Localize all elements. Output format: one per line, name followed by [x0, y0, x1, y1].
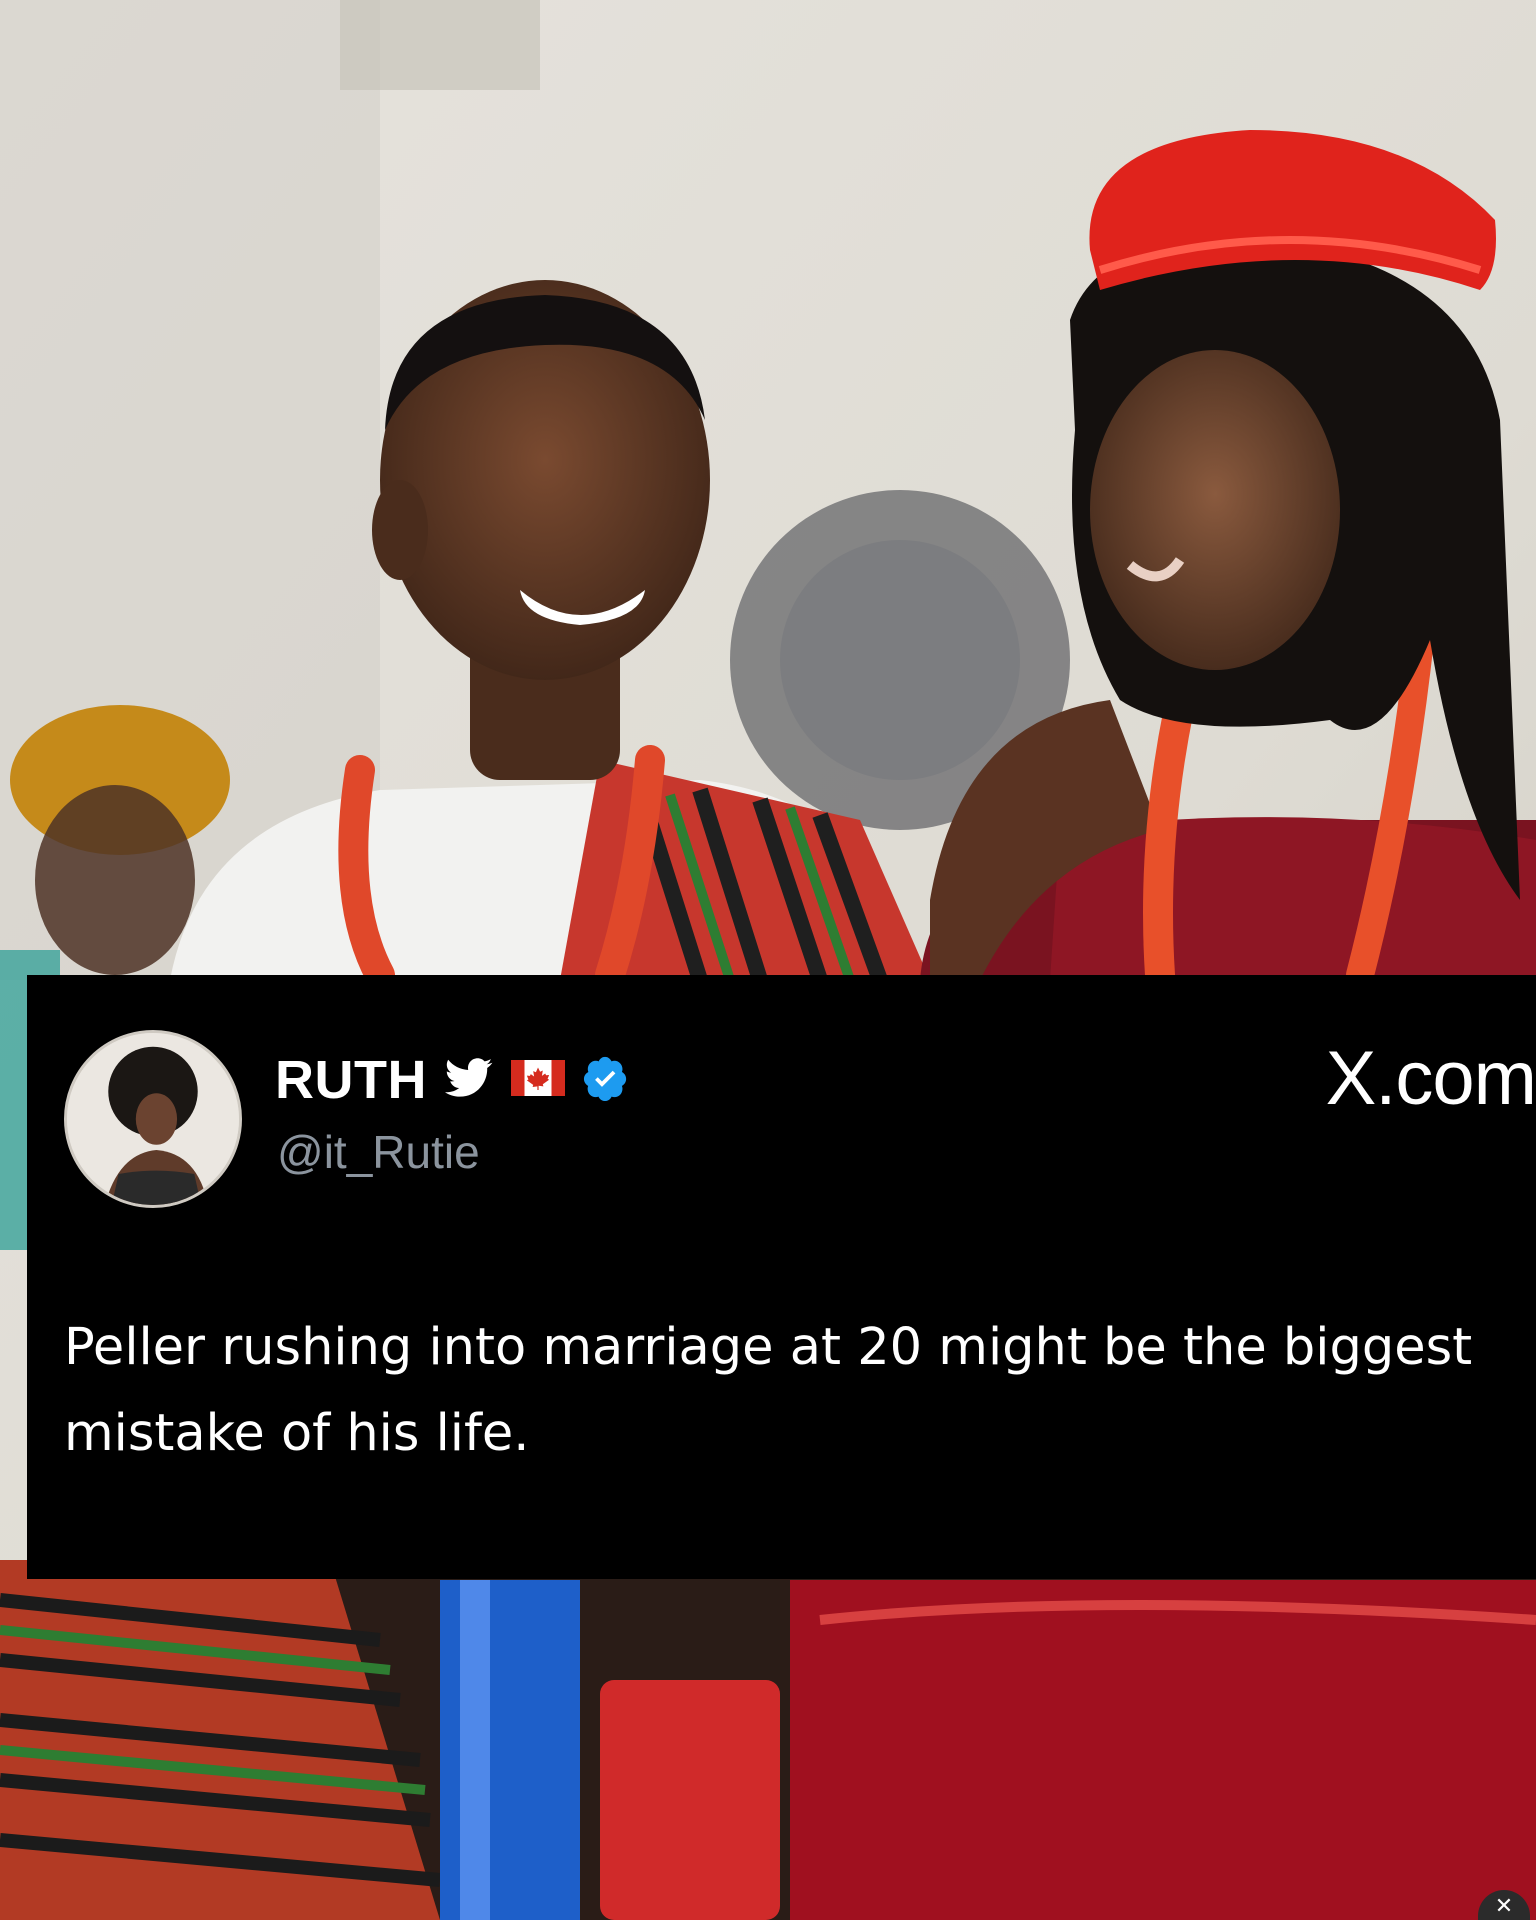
verified-badge-icon — [583, 1055, 629, 1106]
canada-flag-icon — [510, 1059, 565, 1101]
screenshot: RUTH @it_Rutie X.com Peller rushing into… — [0, 0, 1536, 1920]
avatar-image — [67, 1033, 239, 1205]
tweet-card: RUTH @it_Rutie X.com Peller rushing into… — [27, 975, 1536, 1579]
display-name[interactable]: RUTH — [275, 1049, 427, 1111]
name-row: RUTH — [275, 1045, 629, 1115]
user-handle[interactable]: @it_Rutie — [277, 1125, 480, 1179]
site-label: X.com — [1325, 1036, 1536, 1121]
tweet-text: Peller rushing into marriage at 20 might… — [64, 1318, 1473, 1463]
background-photo — [0, 0, 1536, 1920]
avatar[interactable] — [64, 1030, 242, 1208]
twitter-bird-icon — [444, 1057, 493, 1103]
